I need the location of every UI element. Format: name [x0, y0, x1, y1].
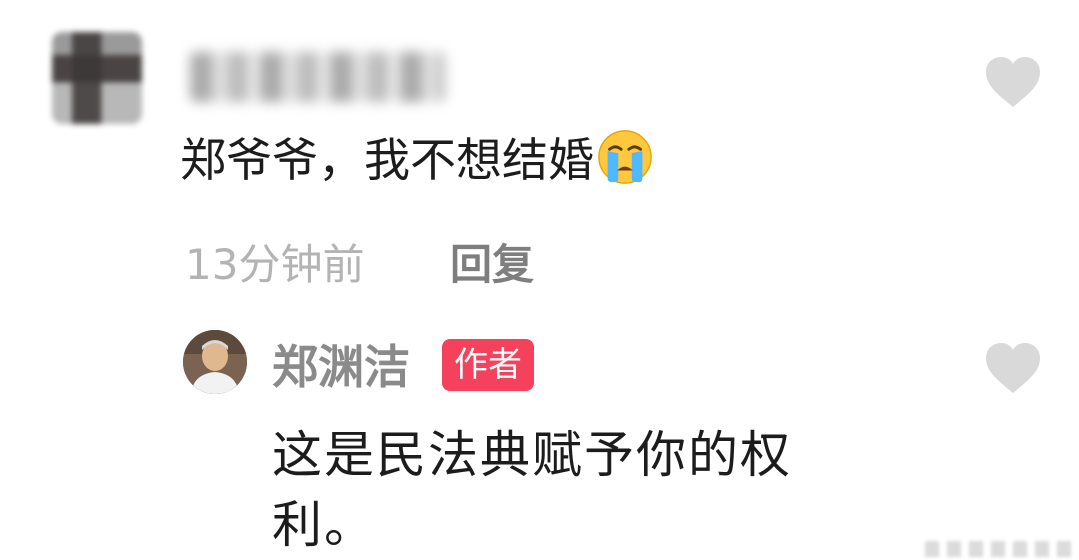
- reply-text-line-2: 利。: [272, 496, 376, 554]
- watermark-blurred: [925, 541, 1075, 557]
- commenter-avatar-blurred[interactable]: [52, 32, 142, 124]
- commenter-username-blurred[interactable]: [190, 52, 445, 102]
- author-name[interactable]: 郑渊洁: [272, 338, 410, 396]
- comment-body: 郑爷爷，我不想结婚: [180, 128, 654, 190]
- crying-face-icon: [598, 130, 652, 184]
- heart-icon[interactable]: [983, 340, 1043, 396]
- heart-icon[interactable]: [983, 54, 1043, 110]
- comment-timestamp: 13分钟前: [185, 240, 365, 289]
- reply-text-line-1: 这是民法典赋予你的权: [272, 426, 792, 484]
- author-avatar-image: [183, 330, 247, 394]
- comment-text: 郑爷爷，我不想结婚: [180, 133, 594, 187]
- author-avatar[interactable]: [183, 330, 247, 394]
- reply-button[interactable]: 回复: [450, 238, 534, 292]
- reply-body: 这是民法典赋予你的权 利。: [272, 420, 912, 560]
- author-badge: 作者: [442, 339, 534, 391]
